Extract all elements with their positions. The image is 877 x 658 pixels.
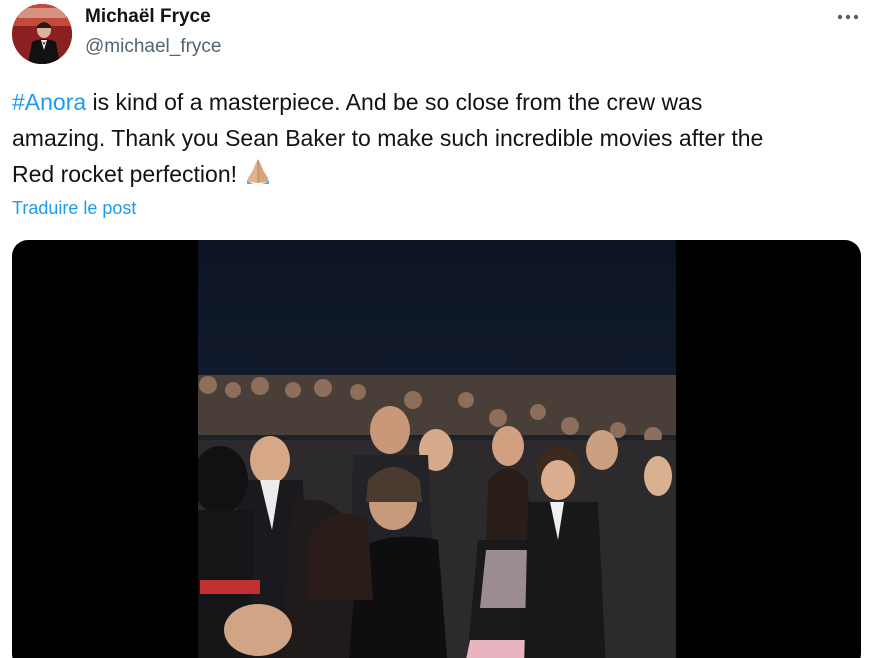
- tweet-text-line-1: #Anora is kind of a masterpiece. And be …: [12, 84, 870, 120]
- tweet-text-line-3: Red rocket perfection!: [12, 156, 870, 196]
- author-handle[interactable]: @michael_fryce: [85, 36, 222, 58]
- more-options-button[interactable]: [830, 4, 866, 30]
- video-frame: [198, 240, 676, 658]
- tweet-card: Michaël Fryce @michael_fryce #Anora is k…: [0, 0, 877, 658]
- more-options-icon: [837, 14, 859, 20]
- tweet-text-segment: Red rocket perfection!: [12, 161, 238, 187]
- avatar-image: [12, 4, 72, 64]
- video-player[interactable]: [12, 240, 861, 658]
- translate-post-link[interactable]: Traduire le post: [12, 198, 136, 219]
- author-name[interactable]: Michaël Fryce: [85, 6, 211, 28]
- tweet-text-line-2: amazing. Thank you Sean Baker to make su…: [12, 125, 764, 151]
- folded-hands-emoji: [243, 156, 273, 196]
- hashtag-link[interactable]: #Anora: [12, 89, 86, 115]
- tweet-text: #Anora is kind of a masterpiece. And be …: [12, 84, 870, 196]
- avatar[interactable]: [12, 4, 72, 64]
- tweet-text-segment: is kind of a masterpiece. And be so clos…: [86, 89, 703, 115]
